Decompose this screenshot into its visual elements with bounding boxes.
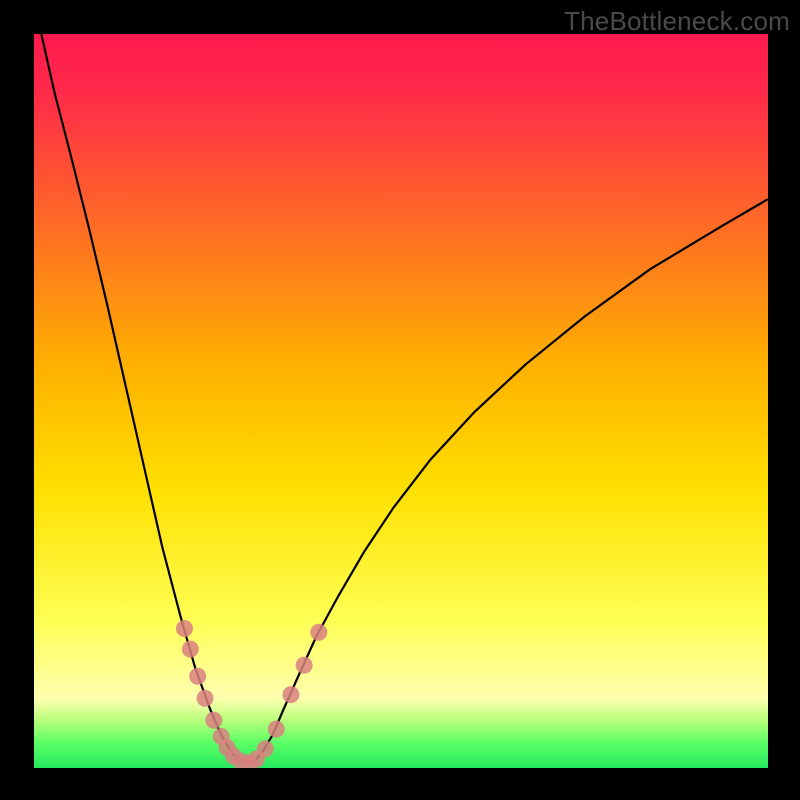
curve-marker <box>257 740 274 757</box>
curve-marker <box>282 686 299 703</box>
curve-marker <box>205 712 222 729</box>
curve-marker <box>296 657 313 674</box>
curve-marker <box>182 641 199 658</box>
chart-svg <box>34 34 768 768</box>
curve-marker <box>310 624 327 641</box>
curve-marker <box>176 620 193 637</box>
curve-marker <box>189 668 206 685</box>
curve-marker <box>268 721 285 738</box>
gradient-background <box>34 34 768 768</box>
watermark-text: TheBottleneck.com <box>564 6 790 37</box>
chart-frame: TheBottleneck.com <box>0 0 800 800</box>
curve-marker <box>197 690 214 707</box>
